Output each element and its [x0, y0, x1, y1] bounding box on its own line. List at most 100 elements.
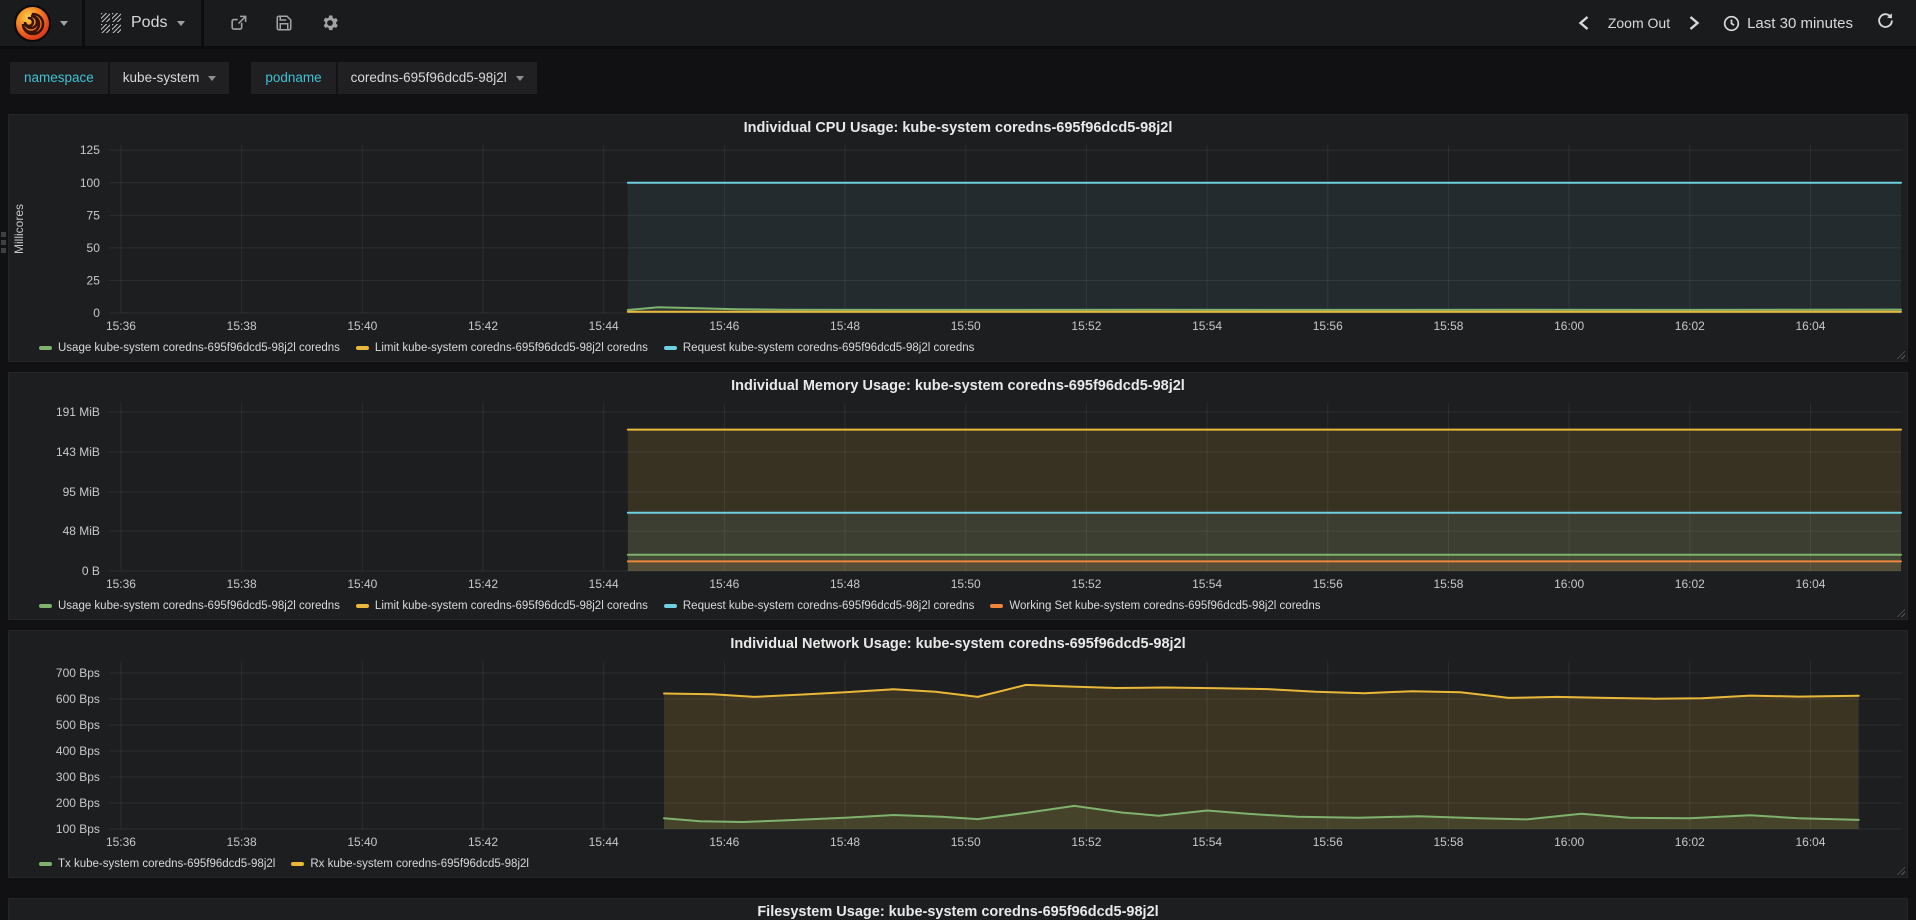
svg-text:15:52: 15:52: [1071, 319, 1101, 333]
legend-label: Usage kube-system coredns-695f96dcd5-98j…: [58, 342, 340, 354]
save-icon: [276, 15, 292, 31]
svg-text:16:02: 16:02: [1675, 577, 1705, 591]
variable-namespace: namespace kube-system: [10, 62, 230, 94]
svg-text:0 B: 0 B: [82, 564, 100, 578]
legend-item[interactable]: Limit kube-system coredns-695f96dcd5-98j…: [355, 342, 648, 354]
grafana-menu-button[interactable]: [0, 0, 82, 46]
svg-text:700 Bps: 700 Bps: [56, 666, 100, 680]
svg-text:16:04: 16:04: [1796, 577, 1826, 591]
variable-podname-label: podname: [251, 62, 338, 94]
grafana-logo-icon: [14, 4, 51, 42]
svg-text:15:38: 15:38: [227, 577, 257, 591]
svg-text:15:36: 15:36: [106, 835, 136, 849]
svg-text:16:04: 16:04: [1796, 835, 1826, 849]
svg-text:15:50: 15:50: [951, 319, 981, 333]
time-shift-left-button[interactable]: [1571, 15, 1596, 31]
svg-text:75: 75: [87, 208, 101, 222]
time-range-button[interactable]: Last 30 minutes: [1713, 15, 1863, 32]
panel-title[interactable]: Filesystem Usage: kube-system coredns-69…: [9, 904, 1907, 920]
share-button[interactable]: [216, 14, 260, 33]
svg-text:15:52: 15:52: [1071, 577, 1101, 591]
legend-item[interactable]: Usage kube-system coredns-695f96dcd5-98j…: [39, 600, 340, 612]
svg-text:50: 50: [87, 241, 101, 255]
legend-label: Tx kube-system coredns-695f96dcd5-98j2l: [58, 858, 276, 870]
panel-title[interactable]: Individual CPU Usage: kube-system coredn…: [9, 120, 1907, 136]
variable-podname-dropdown[interactable]: coredns-695f96dcd5-98j2l: [337, 62, 537, 94]
cpu-usage-panel: Individual CPU Usage: kube-system coredn…: [8, 114, 1908, 362]
svg-text:15:48: 15:48: [830, 835, 860, 849]
chevron-down-icon: [515, 75, 524, 81]
network-usage-panel: Individual Network Usage: kube-system co…: [8, 630, 1908, 878]
legend-label: Working Set kube-system coredns-695f96dc…: [1009, 600, 1321, 612]
legend-label: Limit kube-system coredns-695f96dcd5-98j…: [374, 600, 648, 612]
legend-key-icon: [39, 604, 52, 608]
svg-text:15:54: 15:54: [1192, 577, 1222, 591]
filesystem-usage-panel: Filesystem Usage: kube-system coredns-69…: [8, 898, 1908, 920]
svg-text:15:46: 15:46: [709, 319, 739, 333]
panel-resize-handle[interactable]: [1894, 864, 1905, 875]
legend-item[interactable]: Request kube-system coredns-695f96dcd5-9…: [663, 600, 975, 612]
template-variables-row: namespace kube-system podname coredns-69…: [0, 49, 1916, 94]
svg-text:500 Bps: 500 Bps: [56, 718, 100, 732]
svg-text:15:48: 15:48: [830, 577, 860, 591]
save-button[interactable]: [262, 14, 306, 32]
svg-text:15:36: 15:36: [106, 319, 136, 333]
panel-resize-handle[interactable]: [1894, 348, 1905, 359]
svg-text:15:50: 15:50: [951, 835, 981, 849]
legend-key-icon: [39, 346, 52, 350]
panel-title[interactable]: Individual Network Usage: kube-system co…: [9, 636, 1907, 652]
variable-namespace-dropdown[interactable]: kube-system: [109, 62, 230, 94]
dashboard-title: Pods: [131, 14, 168, 31]
legend-item[interactable]: Rx kube-system coredns-695f96dcd5-98j2l: [291, 858, 529, 870]
svg-text:15:44: 15:44: [589, 835, 619, 849]
svg-text:15:56: 15:56: [1313, 835, 1343, 849]
svg-text:15:44: 15:44: [589, 319, 619, 333]
legend-item[interactable]: Usage kube-system coredns-695f96dcd5-98j…: [39, 342, 340, 354]
legend-key-icon: [355, 604, 369, 608]
time-range-label: Last 30 minutes: [1747, 14, 1853, 32]
refresh-icon: [1878, 13, 1893, 28]
legend-item[interactable]: Working Set kube-system coredns-695f96dc…: [990, 600, 1320, 612]
legend-item[interactable]: Tx kube-system coredns-695f96dcd5-98j2l: [39, 858, 275, 870]
svg-text:400 Bps: 400 Bps: [56, 744, 100, 758]
panel-title[interactable]: Individual Memory Usage: kube-system cor…: [9, 378, 1907, 394]
legend-key-icon: [291, 862, 305, 866]
variable-namespace-value: kube-system: [122, 70, 200, 85]
legend-label: Request kube-system coredns-695f96dcd5-9…: [682, 600, 975, 612]
legend-item[interactable]: Limit kube-system coredns-695f96dcd5-98j…: [355, 600, 648, 612]
refresh-button[interactable]: [1869, 12, 1902, 34]
svg-text:16:00: 16:00: [1554, 319, 1584, 333]
variable-podname: podname coredns-695f96dcd5-98j2l: [251, 62, 537, 94]
legend-label: Rx kube-system coredns-695f96dcd5-98j2l: [310, 858, 529, 870]
network-usage-chart[interactable]: 100 Bps 200 Bps 300 Bps 400 Bps 500 Bps 600 B…: [9, 631, 1907, 855]
time-controls: Zoom Out Last 30 minutes: [1571, 0, 1916, 46]
svg-text:100 Bps: 100 Bps: [56, 822, 100, 836]
network-usage-legend: Tx kube-system coredns-695f96dcd5-98j2l R…: [39, 858, 1895, 870]
navbar: Pods Zoom Out Last 30 minutes: [0, 0, 1916, 49]
zoom-out-button[interactable]: Zoom Out: [1602, 15, 1676, 31]
svg-text:15:50: 15:50: [951, 577, 981, 591]
svg-text:15:48: 15:48: [830, 319, 860, 333]
chevron-down-icon: [208, 75, 217, 81]
settings-button[interactable]: [308, 13, 352, 33]
cpu-usage-chart[interactable]: 0 25 50 75 100 125 15:36 15:38 15:40 15:42 15:44 15…: [9, 115, 1907, 339]
row-drag-handle[interactable]: [1, 232, 6, 253]
svg-text:143 MiB: 143 MiB: [56, 445, 100, 459]
svg-text:25: 25: [87, 273, 101, 287]
legend-label: Usage kube-system coredns-695f96dcd5-98j…: [58, 600, 340, 612]
cpu-usage-legend: Usage kube-system coredns-695f96dcd5-98j…: [39, 342, 1895, 354]
svg-text:0: 0: [93, 306, 100, 320]
dashboard-picker[interactable]: Pods: [85, 0, 201, 46]
variable-namespace-label: namespace: [10, 62, 110, 94]
panel-resize-handle[interactable]: [1894, 606, 1905, 617]
svg-text:300 Bps: 300 Bps: [56, 770, 100, 784]
svg-text:15:36: 15:36: [106, 577, 136, 591]
svg-text:125: 125: [80, 143, 100, 157]
legend-key-icon: [39, 862, 52, 866]
svg-text:15:58: 15:58: [1433, 835, 1463, 849]
legend-item[interactable]: Request kube-system coredns-695f96dcd5-9…: [663, 342, 974, 354]
svg-text:15:38: 15:38: [227, 835, 257, 849]
memory-usage-chart[interactable]: 0 B 48 MiB 95 MiB 143 MiB 191 MiB 15:36 15:38 1…: [9, 373, 1907, 597]
time-shift-right-button[interactable]: [1682, 15, 1707, 31]
svg-text:15:58: 15:58: [1433, 319, 1463, 333]
